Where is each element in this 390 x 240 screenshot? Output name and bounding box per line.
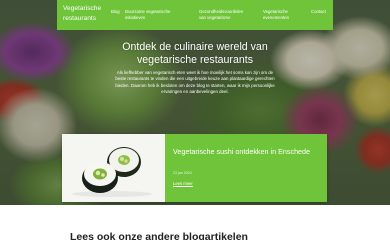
nav-item-blog[interactable]: Blog: [111, 9, 120, 15]
nav-item-gezondheidsvoordelen[interactable]: Gezondheidsvoordelen van vegetarisme: [199, 9, 249, 21]
more-articles-heading: Lees ook onze andere blogartikelen: [70, 231, 248, 240]
featured-article-title[interactable]: Vegetarische sushi ontdekken in Enschede: [173, 147, 319, 156]
sushi-image: [62, 134, 165, 202]
featured-article-card[interactable]: Vegetarische sushi ontdekken in Enschede…: [62, 134, 327, 202]
hero-intro-text: Als liefhebber van vegetarisch eten weet…: [115, 70, 275, 94]
nav-item-evenementen[interactable]: Vegetarische evenementen: [263, 9, 301, 21]
main-navigation: Vegetarische restaurants Blog Duurzame v…: [57, 0, 333, 30]
read-more-link[interactable]: Lees meer: [173, 181, 193, 187]
nav-item-contact[interactable]: Contact: [311, 9, 326, 15]
nav-item-duurzame-initiatieven[interactable]: Duurzame vegetarische initiatieven: [125, 9, 181, 21]
site-brand[interactable]: Vegetarische restaurants: [63, 4, 109, 24]
hero-title: Ontdek de culinaire wereld van vegetaris…: [122, 41, 268, 66]
featured-article-panel: Vegetarische sushi ontdekken in Enschede…: [165, 134, 327, 202]
featured-article-date: 23 jan 2024: [173, 171, 192, 175]
sushi-roll-front: [82, 162, 118, 193]
sushi-illustration: [62, 134, 165, 202]
